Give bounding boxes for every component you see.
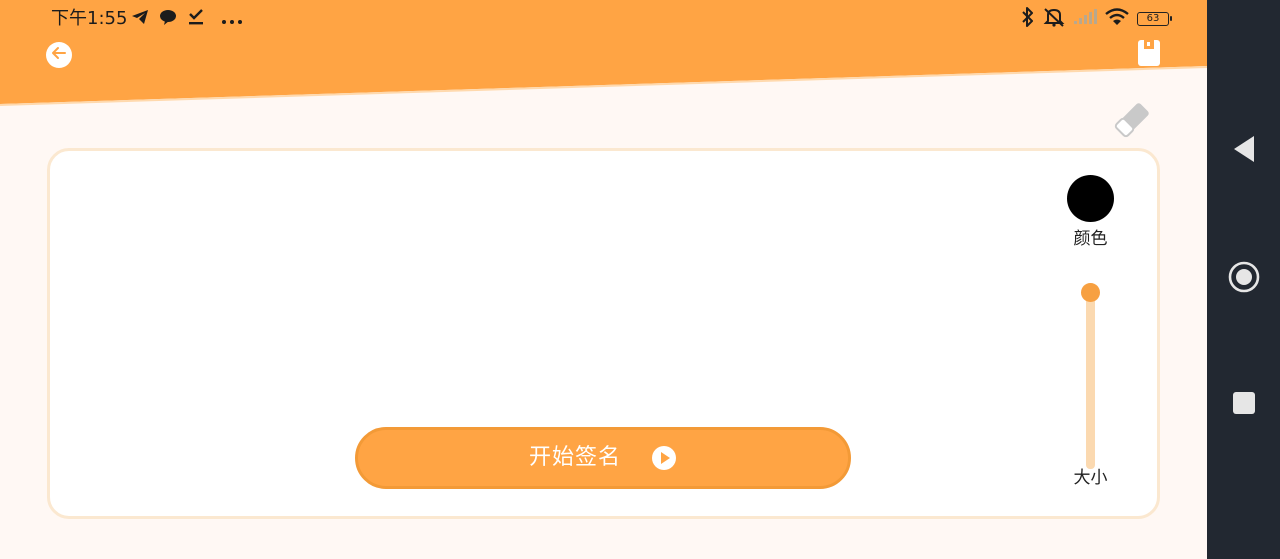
play-icon <box>651 445 677 471</box>
chat-bubble-icon <box>159 9 177 29</box>
nav-recents-button[interactable] <box>1207 377 1280 433</box>
eraser-icon <box>1111 97 1155 145</box>
app-screen: 下午1:55 63 颜色 大小 开始签名 <box>0 0 1207 559</box>
wifi-icon <box>1105 8 1129 30</box>
bluetooth-icon <box>1021 7 1035 31</box>
telegram-icon <box>131 9 149 29</box>
size-slider-thumb[interactable] <box>1081 283 1100 302</box>
arrow-left-icon <box>50 44 68 66</box>
mute-icon <box>1043 7 1065 31</box>
nav-recents-icon <box>1232 391 1256 419</box>
navigation-bar <box>1207 0 1280 559</box>
start-signing-label: 开始签名 <box>528 445 621 470</box>
size-label: 大小 <box>1073 468 1108 488</box>
status-notification-icons <box>131 9 243 29</box>
color-picker[interactable] <box>1067 175 1114 222</box>
battery-indicator: 63 <box>1137 12 1172 26</box>
nav-home-icon <box>1228 261 1260 297</box>
nav-back-icon <box>1232 135 1256 167</box>
more-dots-icon <box>221 10 243 29</box>
size-slider-track[interactable] <box>1086 293 1095 469</box>
back-button[interactable] <box>46 42 72 68</box>
start-signing-button[interactable]: 开始签名 <box>355 427 851 489</box>
status-bar: 下午1:55 63 <box>0 0 1207 38</box>
nav-home-button[interactable] <box>1207 251 1280 307</box>
eraser-button[interactable] <box>1110 98 1156 144</box>
signal-icon <box>1073 9 1097 29</box>
status-system-icons: 63 <box>1021 7 1172 31</box>
status-time: 下午1:55 <box>51 8 128 29</box>
color-label: 颜色 <box>1073 229 1108 249</box>
save-button[interactable] <box>1135 40 1163 70</box>
download-done-icon <box>187 9 205 29</box>
save-icon <box>1137 39 1161 71</box>
nav-back-button[interactable] <box>1207 123 1280 179</box>
